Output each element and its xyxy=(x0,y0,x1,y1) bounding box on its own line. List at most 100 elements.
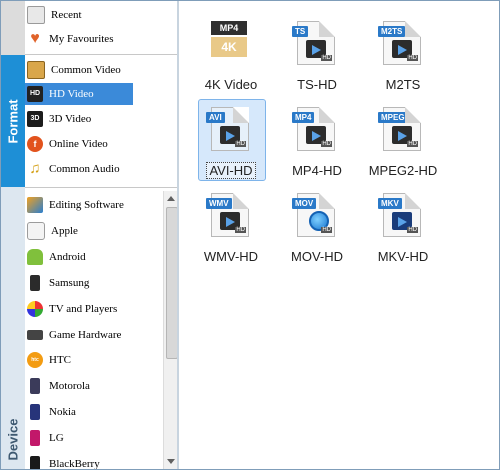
mp4-hd-icon: MP4 HD xyxy=(292,107,335,151)
htc-icon: htc xyxy=(27,352,43,368)
format-tile-wmv-hd[interactable]: WMV HD WMV-HD xyxy=(191,183,271,265)
motorola-icon xyxy=(30,378,40,394)
format-badge: HD xyxy=(321,55,332,61)
format-tag: MOV xyxy=(292,198,317,209)
list-item-label: Recent xyxy=(51,9,82,21)
list-item-game-hardware[interactable]: Game Hardware xyxy=(25,324,161,346)
format-tile-mp4-hd[interactable]: MP4 HD MP4-HD xyxy=(277,97,357,179)
category-tabs: Format Device xyxy=(1,1,25,469)
format-tag: TS xyxy=(292,26,309,37)
mkv-hd-icon: MKV HD xyxy=(378,193,421,237)
format-badge: HD xyxy=(407,227,418,233)
format-tag: WMV xyxy=(206,198,232,209)
list-item-label: My Favourites xyxy=(49,33,114,45)
format-tile-avi-hd[interactable]: AVI HD AVI-HD xyxy=(191,97,271,181)
mpeg2-hd-icon: MPEG HD xyxy=(378,107,421,151)
lg-icon xyxy=(30,430,40,446)
format-badge: HD xyxy=(321,141,332,147)
film-icon xyxy=(27,61,45,79)
3d-icon: 3D xyxy=(27,111,43,127)
format-label: MKV-HD xyxy=(377,249,429,264)
list-item-label: HD Video xyxy=(49,88,94,100)
list-item-my-favourites[interactable]: ♥ My Favourites xyxy=(25,28,161,50)
music-note-icon: ♫ xyxy=(29,161,41,177)
divider xyxy=(25,187,177,188)
format-badge: HD xyxy=(321,227,332,233)
hd-icon: HD xyxy=(27,86,43,102)
android-icon xyxy=(27,249,43,265)
format-tag: AVI xyxy=(206,112,225,123)
format-label: TS-HD xyxy=(297,77,337,92)
list-item-label: Motorola xyxy=(49,380,90,392)
format-tag: M2TS xyxy=(378,26,406,37)
format-picker-panel: Format Device Recent ♥ My Favourites Com… xyxy=(0,0,500,470)
samsung-icon xyxy=(30,275,40,291)
editing-software-icon xyxy=(27,197,43,213)
blackberry-icon xyxy=(30,456,40,469)
list-item-apple[interactable]: Apple xyxy=(25,220,161,242)
format-tile-mov-hd[interactable]: MOV HD MOV-HD xyxy=(277,183,357,265)
list-item-label: Online Video xyxy=(49,138,108,150)
format-tag: MPEG xyxy=(378,112,408,123)
list-item-lg[interactable]: LG xyxy=(25,427,161,449)
list-item-label: Nokia xyxy=(49,406,76,418)
list-item-samsung[interactable]: Samsung xyxy=(25,272,161,294)
format-label: MPEG2-HD xyxy=(368,163,438,178)
list-item-online-video[interactable]: f Online Video xyxy=(25,133,161,155)
online-video-icon: f xyxy=(27,136,43,152)
format-label: WMV-HD xyxy=(203,249,259,264)
format-label: 4K Video xyxy=(204,77,258,92)
tab-format-label: Format xyxy=(5,98,21,144)
apple-icon xyxy=(27,222,45,240)
nokia-icon xyxy=(30,404,40,420)
tab-device-label: Device xyxy=(5,418,21,461)
format-tile-mkv-hd[interactable]: MKV HD MKV-HD xyxy=(363,183,443,265)
scroll-down-icon[interactable] xyxy=(167,459,175,464)
list-item-common-video[interactable]: Common Video xyxy=(25,59,161,81)
format-tile-ts-hd[interactable]: TS HD TS-HD xyxy=(277,11,357,93)
ts-hd-icon: TS HD xyxy=(292,21,335,65)
list-item-label: Common Video xyxy=(51,64,121,76)
list-scrollbar[interactable] xyxy=(163,191,178,469)
m2ts-icon: M2TS HD xyxy=(378,21,421,65)
list-item-editing-software[interactable]: Editing Software xyxy=(25,194,161,216)
tab-format[interactable]: Format xyxy=(1,55,25,187)
list-item-tv-and-players[interactable]: TV and Players xyxy=(25,298,161,320)
format-tile-mpeg2-hd[interactable]: MPEG HD MPEG2-HD xyxy=(363,97,443,179)
format-badge: 4K xyxy=(211,37,247,57)
list-item-htc[interactable]: htc HTC xyxy=(25,349,161,371)
mp4-4k-icon: MP4 4K xyxy=(211,21,247,63)
list-item-hd-video[interactable]: HD HD Video xyxy=(25,83,133,105)
scroll-up-icon[interactable] xyxy=(167,196,175,201)
mov-hd-icon: MOV HD xyxy=(292,193,335,237)
list-item-label: TV and Players xyxy=(49,303,118,315)
list-item-blackberry[interactable]: BlackBerry xyxy=(25,453,161,469)
format-badge: HD xyxy=(235,141,246,147)
format-label: MOV-HD xyxy=(291,249,343,264)
recent-icon xyxy=(27,6,45,24)
format-tile-m2ts[interactable]: M2TS HD M2TS xyxy=(363,11,443,93)
divider xyxy=(25,54,177,55)
list-item-label: Game Hardware xyxy=(49,329,122,341)
format-tag: MP4 xyxy=(292,112,315,123)
list-item-label: Common Audio xyxy=(49,163,120,175)
list-item-recent[interactable]: Recent xyxy=(25,4,161,26)
format-tile-4k-video[interactable]: MP4 4K 4K Video xyxy=(191,11,271,93)
wmv-hd-icon: WMV HD xyxy=(206,193,249,237)
format-label: M2TS xyxy=(385,77,421,92)
list-item-android[interactable]: Android xyxy=(25,246,161,268)
list-item-3d-video[interactable]: 3D 3D Video xyxy=(25,108,161,130)
format-tag: MKV xyxy=(378,198,402,209)
format-label: MP4-HD xyxy=(292,163,342,178)
category-list: Recent ♥ My Favourites Common Video HD H… xyxy=(25,1,177,469)
format-badge: HD xyxy=(235,227,246,233)
list-item-label: LG xyxy=(49,432,64,444)
format-tag: MP4 xyxy=(211,21,247,35)
list-item-label: Editing Software xyxy=(49,199,124,211)
list-item-common-audio[interactable]: ♫ Common Audio xyxy=(25,158,161,180)
list-item-nokia[interactable]: Nokia xyxy=(25,401,161,423)
list-item-motorola[interactable]: Motorola xyxy=(25,375,161,397)
tab-device[interactable]: Device xyxy=(1,187,25,469)
avi-hd-icon: AVI HD xyxy=(206,107,249,151)
format-label: AVI-HD xyxy=(191,162,271,179)
